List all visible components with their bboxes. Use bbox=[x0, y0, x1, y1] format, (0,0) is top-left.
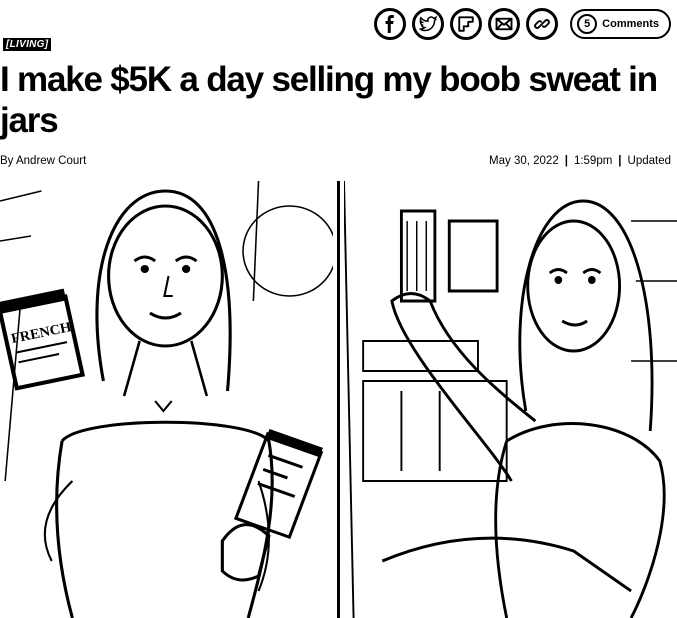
publish-time: 1:59pm bbox=[573, 155, 613, 167]
woman-in-kitchen-image bbox=[344, 181, 677, 618]
publish-date: May 30, 2022 bbox=[489, 155, 559, 167]
twitter-share-button[interactable] bbox=[412, 8, 445, 40]
separator: | bbox=[618, 155, 622, 167]
dateline: May 30, 2022 | 1:59pm | Updated bbox=[489, 155, 671, 167]
headline: I make $5K a day selling my boob sweat i… bbox=[0, 60, 658, 140]
byline: By Andrew Court bbox=[0, 155, 86, 167]
flipboard-share-button[interactable] bbox=[450, 8, 483, 40]
copy-link-button[interactable] bbox=[526, 8, 559, 40]
email-icon bbox=[495, 17, 513, 31]
comments-button[interactable]: 5 Comments bbox=[570, 9, 671, 39]
hero-photo-left: FRENCH bbox=[0, 181, 333, 618]
photo-divider bbox=[337, 181, 340, 618]
author-link[interactable]: By Andrew Court bbox=[0, 155, 86, 167]
woman-holding-jar-image: FRENCH bbox=[0, 181, 333, 618]
comments-label: Comments bbox=[602, 18, 659, 30]
hero-image: FRENCH bbox=[0, 181, 677, 618]
link-icon bbox=[534, 19, 551, 29]
hero-photo-right bbox=[344, 181, 677, 618]
comment-bubble-icon: 5 bbox=[577, 14, 598, 34]
section-tag[interactable]: [LIVING] bbox=[3, 38, 52, 51]
facebook-icon bbox=[385, 15, 394, 33]
twitter-icon bbox=[419, 15, 438, 32]
byline-row: By Andrew Court May 30, 2022 | 1:59pm | … bbox=[0, 155, 671, 167]
separator: | bbox=[564, 155, 568, 167]
email-share-button[interactable] bbox=[488, 8, 521, 40]
share-bar: 5 Comments bbox=[374, 8, 671, 40]
flipboard-icon bbox=[458, 16, 474, 32]
facebook-share-button[interactable] bbox=[374, 8, 407, 40]
updated-label[interactable]: Updated bbox=[628, 155, 671, 167]
